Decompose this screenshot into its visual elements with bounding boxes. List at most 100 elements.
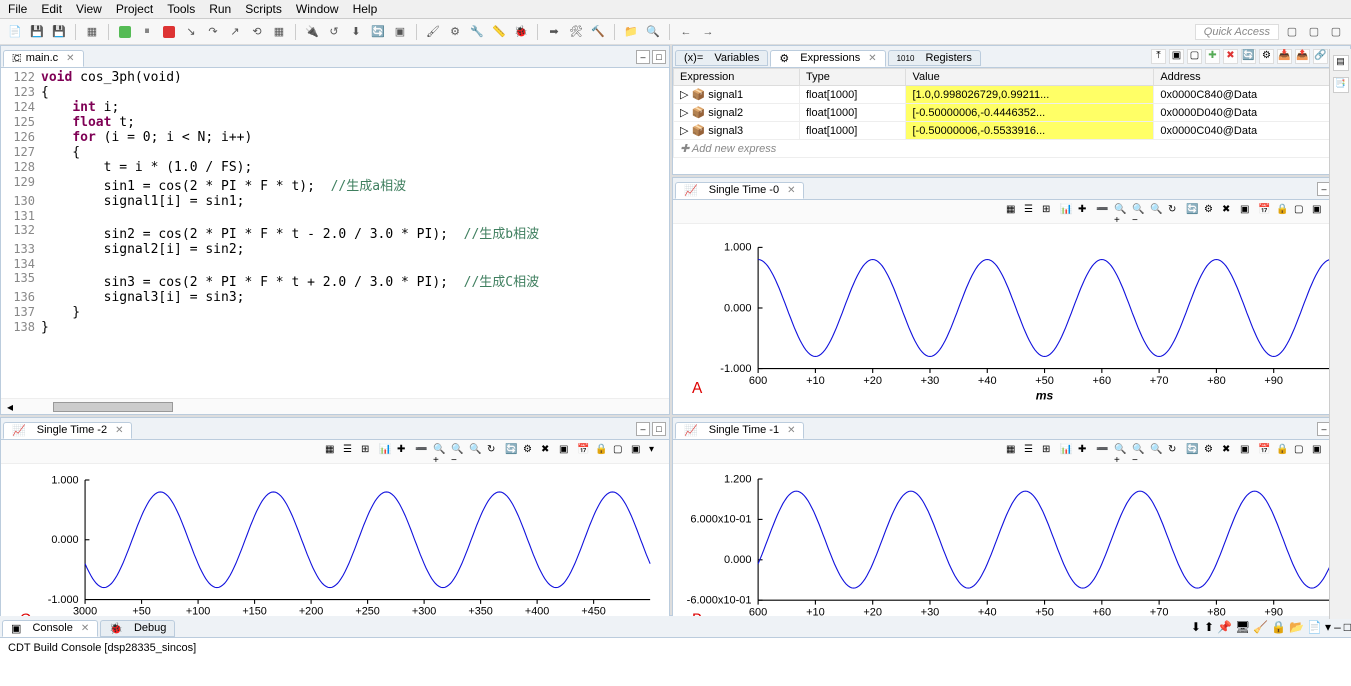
folder-icon[interactable]: 📁: [622, 23, 640, 41]
menu2-icon[interactable]: ▾: [1325, 620, 1331, 634]
open-icon[interactable]: 📂: [1289, 620, 1304, 634]
hammer-icon[interactable]: 🔨: [589, 23, 607, 41]
plot-tool-17[interactable]: ▣: [631, 444, 647, 460]
perspective3-icon[interactable]: ▢: [1327, 23, 1345, 41]
tab-single-time-1[interactable]: 📈 Single Time -1✕: [675, 422, 804, 439]
tools-icon[interactable]: 🛠: [567, 23, 585, 41]
plot-tool-1[interactable]: ☰: [1024, 444, 1040, 460]
brush-icon[interactable]: 🖌: [424, 23, 442, 41]
grid-icon[interactable]: ▦: [270, 23, 288, 41]
plot-tool-12[interactable]: ✖: [541, 444, 557, 460]
stop-icon[interactable]: [160, 23, 178, 41]
remove-icon[interactable]: ✖: [1223, 49, 1238, 64]
goto-icon[interactable]: ➡: [545, 23, 563, 41]
maximize-icon[interactable]: □: [652, 422, 666, 436]
reset-icon[interactable]: ↺: [325, 23, 343, 41]
menu-file[interactable]: File: [8, 2, 27, 16]
up-icon[interactable]: ⬆: [1204, 620, 1214, 634]
menu-help[interactable]: Help: [353, 2, 378, 16]
menu-run[interactable]: Run: [209, 2, 231, 16]
plot-tool-0[interactable]: ▦: [1006, 204, 1022, 220]
col-type[interactable]: Type: [799, 69, 906, 86]
close-icon[interactable]: ✕: [787, 185, 795, 196]
gear2-icon[interactable]: ⚙: [1259, 49, 1274, 64]
plot-tool-9[interactable]: ↻: [1168, 204, 1184, 220]
menu-scripts[interactable]: Scripts: [245, 2, 282, 16]
load-icon[interactable]: ⬇: [347, 23, 365, 41]
plot-tool-11[interactable]: ⚙: [1204, 444, 1220, 460]
clear-icon[interactable]: 🧹: [1253, 620, 1268, 634]
wrench-icon[interactable]: 🔧: [468, 23, 486, 41]
forward-icon[interactable]: →: [699, 23, 717, 41]
plot-tool-3[interactable]: 📊: [1060, 444, 1076, 460]
close-icon[interactable]: ✕: [787, 425, 795, 436]
plot-tool-3[interactable]: 📊: [379, 444, 395, 460]
plot-tool-17[interactable]: ▣: [1312, 204, 1328, 220]
menu-window[interactable]: Window: [296, 2, 339, 16]
plot-tool-5[interactable]: ➖: [1096, 204, 1112, 220]
plot-tool-15[interactable]: 🔒: [1276, 204, 1292, 220]
export-icon[interactable]: 📤: [1295, 49, 1310, 64]
plot-tool-6[interactable]: 🔍+: [1114, 204, 1130, 220]
plot-tool-7[interactable]: 🔍−: [451, 444, 467, 460]
plot-tool-10[interactable]: 🔄: [505, 444, 521, 460]
display-icon[interactable]: 🖥: [1235, 620, 1250, 634]
plot-a[interactable]: 1.0000.000-1.000600+10+20+30+40+50+60+70…: [681, 228, 1342, 410]
plot-tool-10[interactable]: 🔄: [1186, 204, 1202, 220]
tab-single-time-0[interactable]: 📈 Single Time -0✕: [675, 182, 804, 199]
add-icon[interactable]: ✚: [1205, 49, 1220, 64]
plot-tool-5[interactable]: ➖: [415, 444, 431, 460]
tab-console[interactable]: ▣ Console✕: [2, 620, 98, 637]
col-address[interactable]: Address: [1154, 69, 1336, 86]
plot-tool-2[interactable]: ⊞: [1042, 204, 1058, 220]
close-icon[interactable]: ✕: [115, 425, 123, 436]
plot-tool-4[interactable]: ✚: [1078, 204, 1094, 220]
plot-tool-11[interactable]: ⚙: [1204, 204, 1220, 220]
plot-tool-9[interactable]: ↻: [1168, 444, 1184, 460]
col-value[interactable]: Value: [906, 69, 1154, 86]
plot-tool-0[interactable]: ▦: [1006, 444, 1022, 460]
search-icon[interactable]: 🔍: [644, 23, 662, 41]
plot-c[interactable]: 1.0000.000-1.0003000+50+100+150+200+250+…: [9, 468, 661, 633]
plot-tool-13[interactable]: ▣: [1240, 444, 1256, 460]
step-over-icon[interactable]: ↷: [204, 23, 222, 41]
connect-icon[interactable]: 🔌: [303, 23, 321, 41]
quick-access[interactable]: Quick Access: [1195, 24, 1279, 40]
back-icon[interactable]: ←: [677, 23, 695, 41]
new-icon[interactable]: 📄: [6, 23, 24, 41]
plot-tool-9[interactable]: ↻: [487, 444, 503, 460]
plot-b[interactable]: 1.2006.000x10-010.000-6.000x10-01600+10+…: [681, 468, 1342, 633]
plot-tool-2[interactable]: ⊞: [1042, 444, 1058, 460]
close-icon[interactable]: ✕: [868, 53, 876, 64]
plot-tool-10[interactable]: 🔄: [1186, 444, 1202, 460]
plot-tool-0[interactable]: ▦: [325, 444, 341, 460]
plot-tool-1[interactable]: ☰: [1024, 204, 1040, 220]
maximize-icon[interactable]: □: [652, 50, 666, 64]
plot-tool-14[interactable]: 📅: [577, 444, 593, 460]
plot-tool-16[interactable]: ▢: [1294, 204, 1310, 220]
tab-debug[interactable]: 🐞 Debug: [100, 620, 175, 637]
plot-tool-1[interactable]: ☰: [343, 444, 359, 460]
pin-icon[interactable]: 📌: [1217, 620, 1232, 634]
max2-icon[interactable]: □: [1344, 620, 1351, 634]
plot-tool-18[interactable]: ▾: [649, 444, 665, 460]
lock-icon[interactable]: 🔒: [1271, 620, 1286, 634]
plot-tool-4[interactable]: ✚: [397, 444, 413, 460]
plot-tool-7[interactable]: 🔍−: [1132, 204, 1148, 220]
saveall-icon[interactable]: 💾: [50, 23, 68, 41]
toggle-icon[interactable]: ▦: [83, 23, 101, 41]
plot-tool-11[interactable]: ⚙: [523, 444, 539, 460]
plot-tool-13[interactable]: ▣: [559, 444, 575, 460]
restart-icon[interactable]: ⟲: [248, 23, 266, 41]
pause-icon[interactable]: ⏸: [138, 23, 156, 41]
plot-tool-2[interactable]: ⊞: [361, 444, 377, 460]
plot-tool-3[interactable]: 📊: [1060, 204, 1076, 220]
menu-tools[interactable]: Tools: [167, 2, 195, 16]
expand-icon[interactable]: ▢: [1187, 49, 1202, 64]
outline-icon[interactable]: ▤: [1333, 55, 1349, 71]
plot-tool-14[interactable]: 📅: [1258, 204, 1274, 220]
min2-icon[interactable]: ‒: [1334, 620, 1341, 634]
tab-variables[interactable]: (x)= Variables: [675, 50, 768, 66]
plot-tool-6[interactable]: 🔍+: [433, 444, 449, 460]
plot-tool-5[interactable]: ➖: [1096, 444, 1112, 460]
